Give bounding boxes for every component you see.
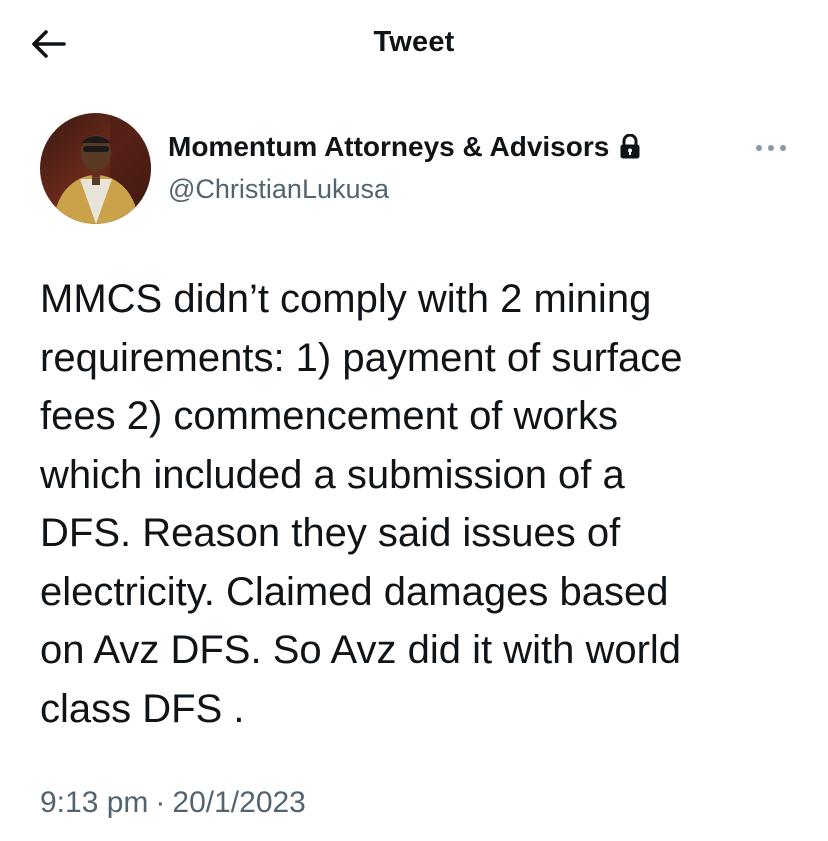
tweet-text: MMCS didn’t comply with 2 mining require… bbox=[40, 277, 683, 731]
tweet-timestamp: 9:13 pm · 20/1/2023 bbox=[40, 786, 306, 820]
tweet-time[interactable]: 9:13 pm bbox=[40, 786, 148, 819]
author-name-text: Momentum Attorneys & Advisors bbox=[168, 131, 610, 162]
more-horizontal-icon bbox=[756, 145, 786, 151]
avatar[interactable] bbox=[40, 113, 151, 224]
page-title: Tweet bbox=[373, 26, 455, 58]
author-handle[interactable]: @ChristianLukusa bbox=[168, 174, 389, 205]
top-bar: Tweet bbox=[0, 0, 828, 90]
profile-photo bbox=[40, 113, 151, 224]
tweet-date[interactable]: 20/1/2023 bbox=[172, 786, 305, 819]
more-button[interactable] bbox=[750, 133, 792, 163]
lock-icon bbox=[620, 134, 640, 159]
timestamp-separator: · bbox=[155, 786, 166, 819]
author-display-name[interactable]: Momentum Attorneys & Advisors bbox=[168, 131, 641, 163]
